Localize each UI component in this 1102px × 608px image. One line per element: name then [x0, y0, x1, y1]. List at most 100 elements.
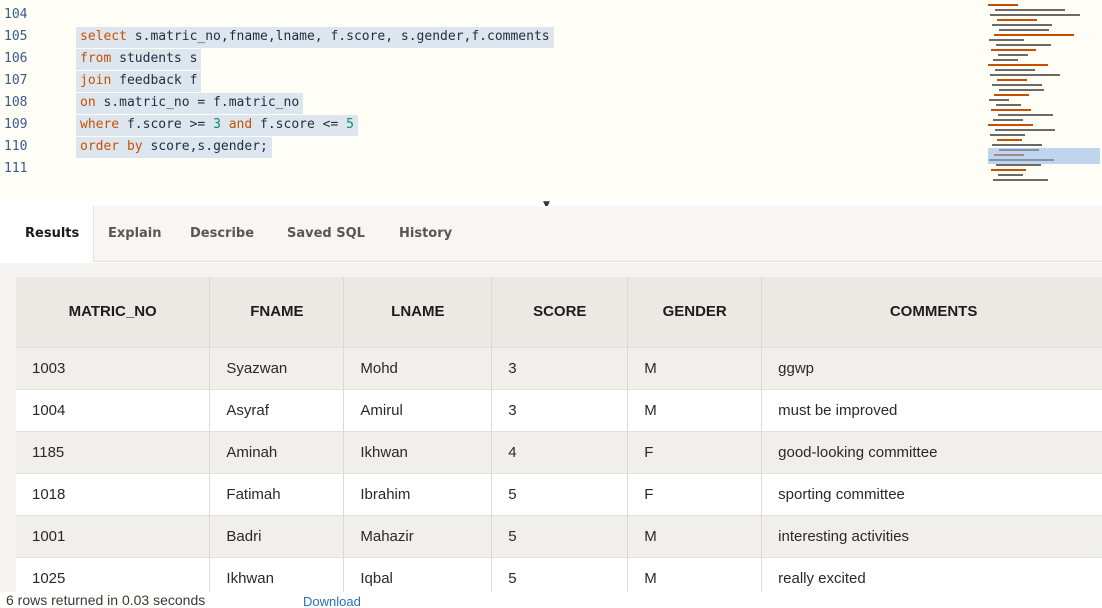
minimap-line: [999, 29, 1049, 31]
cell-matric-no: 1001: [16, 514, 211, 557]
code-text[interactable]: on s.matric_no = f.matric_no: [76, 93, 304, 114]
cell-lname: Ibrahim: [343, 472, 493, 515]
minimap-viewport[interactable]: [988, 148, 1100, 164]
minimap-line: [991, 49, 1036, 51]
sql-identifier: f.score >=: [119, 117, 214, 132]
cell-gender: M: [627, 388, 763, 431]
cell-matric-no: 1004: [16, 388, 211, 431]
line-number: 107: [4, 73, 28, 88]
cell-matric-no: 1185: [16, 430, 211, 473]
cell-comments: must be improved: [761, 388, 1102, 431]
minimap-line: [998, 174, 1023, 176]
results-table: MATRIC_NO FNAME LNAME SCORE GENDER COMMENTS 1…: [16, 277, 1102, 599]
cell-gender: F: [627, 472, 763, 515]
minimap-line: [999, 89, 1044, 91]
editor-line[interactable]: 109 where f.score >= 3 and f.score <= 5: [0, 114, 1102, 136]
minimap-line: [991, 109, 1031, 111]
minimap-line: [995, 69, 1035, 71]
code-text[interactable]: select s.matric_no,fname,lname, f.score,…: [76, 27, 554, 48]
minimap-line: [992, 24, 1052, 26]
cell-score: 4: [491, 430, 629, 473]
minimap-line: [997, 139, 1022, 141]
cell-fname: Badri: [209, 514, 345, 557]
sql-number: 5: [346, 117, 354, 132]
tab-describe[interactable]: Describe: [176, 206, 273, 262]
column-header-score[interactable]: SCORE: [491, 277, 629, 347]
cell-lname: Mohd: [343, 346, 493, 389]
tab-history[interactable]: History: [385, 206, 465, 262]
cell-comments: good-looking committee: [761, 430, 1102, 473]
minimap-line: [993, 179, 1048, 181]
cell-score: 3: [491, 346, 629, 389]
minimap-line: [988, 124, 1033, 126]
editor-line[interactable]: 110 order by score,s.gender;: [0, 136, 1102, 158]
minimap-line: [991, 169, 1026, 171]
minimap-line: [996, 44, 1051, 46]
cell-lname: Amirul: [343, 388, 493, 431]
cell-matric-no: 1003: [16, 346, 211, 389]
line-number: 108: [4, 95, 28, 110]
cell-comments: ggwp: [761, 346, 1102, 389]
editor-line[interactable]: 106 from students s: [0, 48, 1102, 70]
editor-minimap[interactable]: [988, 4, 1100, 204]
result-tabs: Results Explain Describe Saved SQL History: [0, 206, 1102, 262]
column-header-gender[interactable]: GENDER: [627, 277, 763, 347]
download-link[interactable]: Download: [303, 594, 361, 608]
sql-keyword: select: [80, 29, 127, 44]
table-header-row: MATRIC_NO FNAME LNAME SCORE GENDER COMMENTS: [16, 277, 1102, 347]
sql-editor[interactable]: 104 105 select s.matric_no,fname,lname, f.…: [0, 0, 1102, 198]
cell-score: 5: [491, 514, 629, 557]
minimap-line: [998, 54, 1028, 56]
editor-line[interactable]: 108 on s.matric_no = f.matric_no: [0, 92, 1102, 114]
sql-identifier: s.matric_no,fname,lname, f.score, s.gend…: [126, 29, 550, 44]
sql-keyword: from: [80, 51, 112, 66]
editor-line[interactable]: 104: [0, 4, 1102, 26]
column-header-matric-no[interactable]: MATRIC_NO: [16, 277, 211, 347]
code-text[interactable]: where f.score >= 3 and f.score <= 5: [76, 115, 358, 136]
minimap-line: [992, 84, 1042, 86]
cell-matric-no: 1018: [16, 472, 211, 515]
sql-keyword: where: [80, 117, 120, 132]
minimap-line: [994, 94, 1029, 96]
cell-fname: Fatimah: [209, 472, 345, 515]
tab-results[interactable]: Results: [9, 206, 93, 262]
minimap-line: [988, 64, 1048, 66]
minimap-line: [992, 144, 1042, 146]
column-header-comments[interactable]: COMMENTS: [761, 277, 1102, 347]
sql-identifier: f.score <=: [260, 117, 347, 132]
sql-keyword: order by: [80, 139, 143, 154]
line-number: 104: [4, 7, 28, 22]
editor-line[interactable]: 107 join feedback f: [0, 70, 1102, 92]
tab-explain[interactable]: Explain: [94, 206, 176, 262]
sql-identifier: s.matric_no = f.matric_no: [95, 95, 300, 110]
code-text[interactable]: order by score,s.gender;: [76, 137, 272, 158]
code-text[interactable]: join feedback f: [76, 71, 202, 92]
tab-saved-sql[interactable]: Saved SQL: [273, 206, 385, 262]
minimap-line: [996, 104, 1021, 106]
minimap-line: [988, 4, 1018, 6]
sql-identifier: feedback f: [111, 73, 198, 88]
minimap-line: [994, 34, 1074, 36]
code-text[interactable]: from students s: [76, 49, 202, 70]
sql-keyword: on: [80, 95, 96, 110]
line-number: 110: [4, 139, 28, 154]
minimap-line: [997, 79, 1027, 81]
minimap-line: [993, 119, 1023, 121]
minimap-line: [990, 74, 1060, 76]
sql-number: 3: [213, 117, 221, 132]
column-header-fname[interactable]: FNAME: [209, 277, 345, 347]
editor-line[interactable]: 105 select s.matric_no,fname,lname, f.sco…: [0, 26, 1102, 48]
table-row: 1185 Aminah Ikhwan 4 Fgood-looking committee: [16, 430, 1102, 473]
cell-score: 3: [491, 388, 629, 431]
line-number: 105: [4, 29, 28, 44]
column-header-lname[interactable]: LNAME: [343, 277, 493, 347]
editor-line[interactable]: 111: [0, 158, 1102, 180]
sql-identifier: students s: [111, 51, 198, 66]
cell-score: 5: [491, 472, 629, 515]
results-panel: MATRIC_NO FNAME LNAME SCORE GENDER COMMENTS 1…: [0, 263, 1102, 608]
minimap-line: [997, 19, 1037, 21]
minimap-line: [989, 99, 1009, 101]
minimap-line: [989, 39, 1024, 41]
cell-lname: Ikhwan: [343, 430, 493, 473]
line-number: 111: [4, 161, 28, 176]
